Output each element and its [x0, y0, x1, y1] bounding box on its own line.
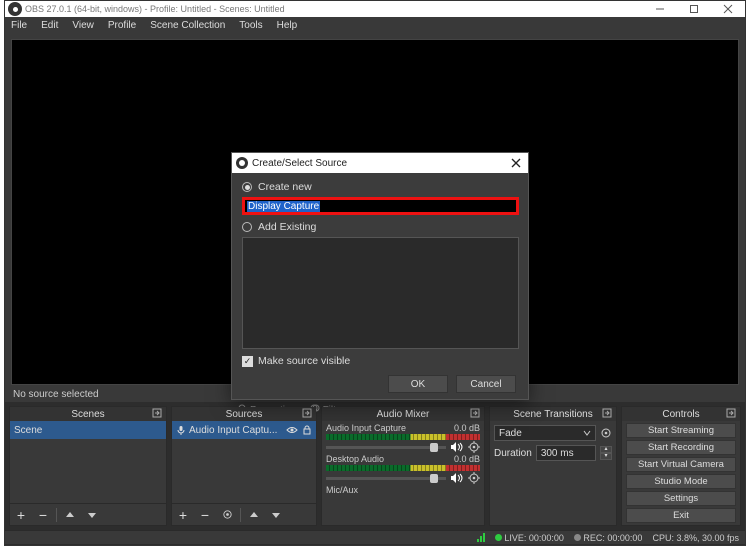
- transition-select[interactable]: Fade: [494, 425, 596, 441]
- menu-file[interactable]: File: [11, 20, 27, 31]
- add-existing-radio[interactable]: Add Existing: [242, 221, 518, 233]
- scenes-panel: Scenes Scene + −: [9, 406, 167, 526]
- menu-scene-collection[interactable]: Scene Collection: [150, 20, 225, 31]
- remove-scene-button[interactable]: −: [32, 505, 54, 525]
- popout-icon[interactable]: [726, 408, 736, 418]
- live-indicator-icon: [495, 534, 502, 541]
- cancel-button[interactable]: Cancel: [456, 375, 516, 393]
- mixer-track: Desktop Audio0.0 dB: [322, 452, 484, 483]
- docks: Scenes Scene + − Sources Audio Input Cap…: [5, 402, 745, 530]
- duration-input[interactable]: 300 ms: [536, 445, 596, 461]
- create-source-dialog: Create/Select Source Create new Display …: [231, 152, 529, 400]
- menu-profile[interactable]: Profile: [108, 20, 136, 31]
- mic-icon: [176, 425, 186, 435]
- scene-down-button[interactable]: [81, 505, 103, 525]
- sources-toolbar: + −: [172, 503, 316, 525]
- obs-window: OBS 27.0.1 (64-bit, windows) - Profile: …: [4, 0, 746, 546]
- settings-button[interactable]: Settings: [626, 491, 736, 506]
- menu-tools[interactable]: Tools: [239, 20, 262, 31]
- menu-edit[interactable]: Edit: [41, 20, 58, 31]
- transitions-title: Scene Transitions: [513, 409, 593, 420]
- make-visible-checkbox[interactable]: ✓ Make source visible: [242, 355, 518, 367]
- source-name-input[interactable]: Display Capture: [242, 197, 519, 215]
- source-item[interactable]: Audio Input Captu...: [172, 421, 316, 439]
- add-scene-button[interactable]: +: [10, 505, 32, 525]
- titlebar: OBS 27.0.1 (64-bit, windows) - Profile: …: [5, 1, 745, 17]
- scenes-title: Scenes: [71, 409, 104, 420]
- menu-help[interactable]: Help: [277, 20, 298, 31]
- minimize-button[interactable]: [643, 1, 677, 17]
- popout-icon[interactable]: [602, 408, 612, 418]
- transitions-panel: Scene Transitions Fade Duration 300 ms ▴…: [489, 406, 617, 526]
- create-new-radio[interactable]: Create new: [242, 181, 518, 193]
- network-icon: [477, 533, 485, 542]
- gear-icon[interactable]: [600, 427, 612, 439]
- statusbar: LIVE: 00:00:00 REC: 00:00:00 CPU: 3.8%, …: [5, 530, 745, 544]
- popout-icon[interactable]: [470, 408, 480, 418]
- cpu-status: CPU: 3.8%, 30.00 fps: [652, 533, 739, 543]
- window-title: OBS 27.0.1 (64-bit, windows) - Profile: …: [25, 4, 643, 14]
- menu-view[interactable]: View: [72, 20, 94, 31]
- sources-panel: Sources Audio Input Captu... + −: [171, 406, 317, 526]
- mixer-title: Audio Mixer: [377, 409, 430, 420]
- mixer-track: Audio Input Capture0.0 dB: [322, 421, 484, 452]
- source-up-button[interactable]: [243, 505, 265, 525]
- maximize-button[interactable]: [677, 1, 711, 17]
- app-icon: [236, 157, 248, 169]
- duration-label: Duration: [494, 448, 532, 459]
- rec-indicator-icon: [574, 534, 581, 541]
- live-status: LIVE: 00:00:00: [504, 533, 564, 543]
- chevron-down-icon: [583, 429, 591, 437]
- close-button[interactable]: [711, 1, 745, 17]
- volume-slider[interactable]: [326, 477, 446, 480]
- menubar: File Edit View Profile Scene Collection …: [5, 17, 745, 33]
- dialog-title: Create/Select Source: [252, 158, 347, 169]
- controls-title: Controls: [662, 409, 699, 420]
- controls-panel: Controls Start Streaming Start Recording…: [621, 406, 741, 526]
- source-down-button[interactable]: [265, 505, 287, 525]
- lock-icon[interactable]: [302, 425, 312, 435]
- gear-icon[interactable]: [468, 441, 480, 453]
- radio-icon: [242, 182, 252, 192]
- start-recording-button[interactable]: Start Recording: [626, 440, 736, 455]
- scene-up-button[interactable]: [59, 505, 81, 525]
- start-streaming-button[interactable]: Start Streaming: [626, 423, 736, 438]
- exit-button[interactable]: Exit: [626, 508, 736, 523]
- speaker-icon[interactable]: [450, 473, 464, 483]
- speaker-icon[interactable]: [450, 442, 464, 452]
- ok-button[interactable]: OK: [388, 375, 448, 393]
- studio-mode-button[interactable]: Studio Mode: [626, 474, 736, 489]
- visibility-icon[interactable]: [286, 425, 298, 435]
- app-icon: [8, 2, 22, 16]
- popout-icon[interactable]: [152, 408, 162, 418]
- start-virtual-camera-button[interactable]: Start Virtual Camera: [626, 457, 736, 472]
- remove-source-button[interactable]: −: [194, 505, 216, 525]
- mixer-track: Mic/Aux: [322, 483, 484, 495]
- scenes-toolbar: + −: [10, 503, 166, 525]
- dialog-close-button[interactable]: [508, 155, 524, 171]
- sources-title: Sources: [226, 409, 263, 420]
- popout-icon[interactable]: [302, 408, 312, 418]
- audio-mixer-panel: Audio Mixer Audio Input Capture0.0 dB De…: [321, 406, 485, 526]
- volume-slider[interactable]: [326, 446, 446, 449]
- checkbox-icon: ✓: [242, 356, 253, 367]
- audio-meter: [326, 434, 480, 440]
- add-source-button[interactable]: +: [172, 505, 194, 525]
- radio-icon: [242, 222, 252, 232]
- duration-spinner[interactable]: ▴▾: [600, 446, 612, 460]
- existing-sources-list[interactable]: [242, 237, 519, 349]
- rec-status: REC: 00:00:00: [583, 533, 642, 543]
- audio-meter: [326, 465, 480, 471]
- scene-item[interactable]: Scene: [10, 421, 166, 439]
- gear-icon[interactable]: [468, 472, 480, 484]
- source-settings-button[interactable]: [216, 505, 238, 525]
